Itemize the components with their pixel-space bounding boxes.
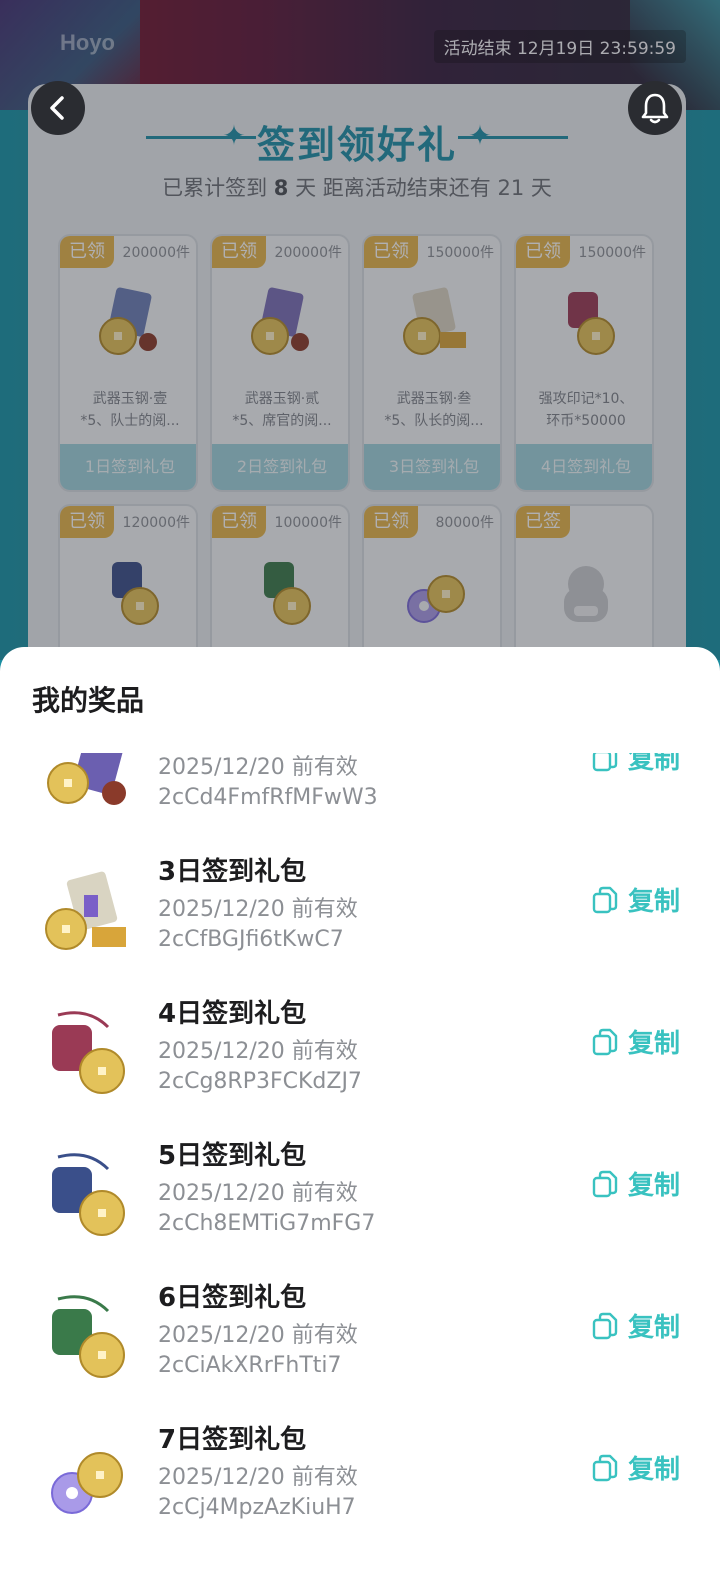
- modal-backdrop[interactable]: [0, 0, 720, 660]
- chevron-left-icon: [50, 96, 64, 120]
- copy-label: 复制: [628, 1029, 681, 1059]
- bell-icon: [641, 93, 669, 124]
- prize-image: [45, 871, 126, 950]
- copy-label: 复制: [628, 1313, 681, 1343]
- copy-icon: [592, 1170, 618, 1198]
- prize-expiry: 2025/12/20 前有效: [158, 755, 358, 780]
- prize-expiry: 2025/12/20 前有效: [158, 1039, 358, 1064]
- prize-list[interactable]: 2025/12/20 前有效 2cCd4FmfRfMFwW3 复制 3日签到礼包…: [0, 753, 720, 1588]
- prize-expiry: 2025/12/20 前有效: [158, 1323, 358, 1348]
- prize-name: 6日签到礼包: [158, 1283, 307, 1313]
- prize-code[interactable]: 2cCd4FmfRfMFwW3: [158, 785, 378, 810]
- prize-image: [47, 753, 126, 805]
- prize-item: 3日签到礼包 2025/12/20 前有效 2cCfBGJfi6tKwC7 复制: [0, 847, 720, 989]
- prize-code[interactable]: 2cCj4MpzAzKiuH7: [158, 1495, 356, 1520]
- prize-name: 7日签到礼包: [158, 1425, 307, 1455]
- prize-name: 5日签到礼包: [158, 1141, 307, 1171]
- copy-icon: [592, 1312, 618, 1340]
- prize-code[interactable]: 2cCiAkXRrFhTti7: [158, 1353, 342, 1378]
- copy-icon: [592, 753, 618, 772]
- my-prizes-sheet: 我的奖品 2025/12/20 前有效 2cCd4FmfRfMFwW3 复制 3…: [0, 647, 720, 1588]
- prize-code[interactable]: 2cCh8EMTiG7mFG7: [158, 1211, 375, 1236]
- back-button[interactable]: [31, 81, 85, 135]
- prize-name: 4日签到礼包: [158, 999, 307, 1029]
- prize-item: 5日签到礼包 2025/12/20 前有效 2cCh8EMTiG7mFG7 复制: [0, 1131, 720, 1273]
- copy-label: 复制: [628, 1171, 681, 1201]
- prize-image: [52, 1011, 125, 1094]
- sheet-title: 我的奖品: [32, 684, 145, 717]
- prize-expiry: 2025/12/20 前有效: [158, 897, 358, 922]
- copy-label: 复制: [628, 887, 681, 917]
- prize-image: [52, 1153, 125, 1236]
- prize-item: 6日签到礼包 2025/12/20 前有效 2cCiAkXRrFhTti7 复制: [0, 1273, 720, 1415]
- copy-label: 复制: [628, 1455, 681, 1485]
- prize-image: [51, 1452, 123, 1514]
- prize-item: 7日签到礼包 2025/12/20 前有效 2cCj4MpzAzKiuH7 复制: [0, 1415, 720, 1557]
- prize-expiry: 2025/12/20 前有效: [158, 1181, 358, 1206]
- prize-name: 3日签到礼包: [158, 857, 307, 887]
- copy-label: 复制: [628, 753, 681, 775]
- prize-code[interactable]: 2cCg8RP3FCKdZJ7: [158, 1069, 362, 1094]
- notification-button[interactable]: [628, 81, 682, 135]
- prize-item: 4日签到礼包 2025/12/20 前有效 2cCg8RP3FCKdZJ7 复制: [0, 989, 720, 1131]
- prize-expiry: 2025/12/20 前有效: [158, 1465, 358, 1490]
- copy-icon: [592, 886, 618, 914]
- prize-image: [52, 1295, 125, 1378]
- copy-icon: [592, 1454, 618, 1482]
- prize-item: 2025/12/20 前有效 2cCd4FmfRfMFwW3 复制: [0, 753, 720, 847]
- prize-code[interactable]: 2cCfBGJfi6tKwC7: [158, 927, 344, 952]
- copy-icon: [592, 1028, 618, 1056]
